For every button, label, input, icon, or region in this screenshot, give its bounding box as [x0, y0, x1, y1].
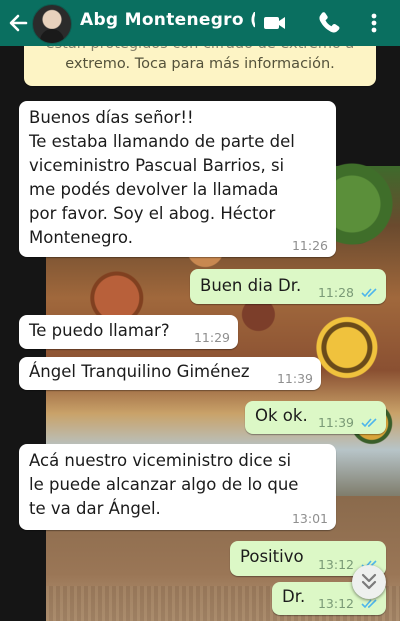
back-arrow-icon[interactable]	[6, 9, 30, 37]
message-time: 13:01	[291, 511, 328, 526]
double-check-read-icon	[361, 288, 377, 298]
chat-header: Abg Montenegro (...	[0, 0, 400, 46]
double-check-read-icon	[361, 418, 377, 428]
message-meta: 11:39	[318, 416, 378, 430]
contact-name[interactable]: Abg Montenegro (...	[80, 10, 255, 30]
more-menu-icon[interactable]	[364, 10, 384, 36]
message-bubble-outgoing[interactable]: Ok ok. 11:39	[245, 401, 386, 434]
double-check-read-icon	[361, 599, 377, 609]
message-time: 11:29	[193, 330, 230, 345]
video-call-icon[interactable]	[262, 10, 288, 36]
message-bubble-incoming[interactable]: Buenos días señor!! Te estaba llamando d…	[19, 101, 336, 257]
double-chevron-down-icon	[361, 573, 377, 590]
message-time: 11:28	[317, 285, 355, 300]
avatar[interactable]	[32, 4, 72, 44]
message-time: 11:39	[317, 415, 355, 430]
encryption-notice-line1: están protegidos con cifrado de extremo …	[24, 46, 376, 54]
message-bubble-incoming[interactable]: Ángel Tranquilino Giménez 11:39	[19, 357, 321, 390]
message-time: 11:39	[276, 371, 313, 386]
encryption-notice[interactable]: están protegidos con cifrado de extremo …	[24, 46, 376, 86]
message-text: Buenos días señor!! Te estaba llamando d…	[29, 108, 295, 247]
message-text: Ángel Tranquilino Giménez	[29, 362, 250, 381]
message-bubble-incoming[interactable]: Te puedo llamar? 11:29	[19, 315, 238, 349]
scroll-to-bottom-button[interactable]	[352, 565, 386, 599]
message-time: 13:12	[317, 596, 355, 611]
message-meta: 13:12	[318, 597, 378, 611]
message-bubble-incoming[interactable]: Acá nuestro viceministro dice si le pued…	[19, 444, 336, 530]
message-time: 13:12	[317, 557, 355, 572]
message-time: 11:26	[291, 238, 328, 253]
encryption-notice-line2: extremo. Toca para más información.	[65, 56, 335, 72]
message-bubble-outgoing[interactable]: Buen dia Dr. 11:28	[190, 269, 386, 304]
message-meta: 11:28	[318, 286, 378, 300]
phone-icon[interactable]	[316, 10, 342, 36]
message-text: Acá nuestro viceministro dice si le pued…	[29, 451, 299, 518]
